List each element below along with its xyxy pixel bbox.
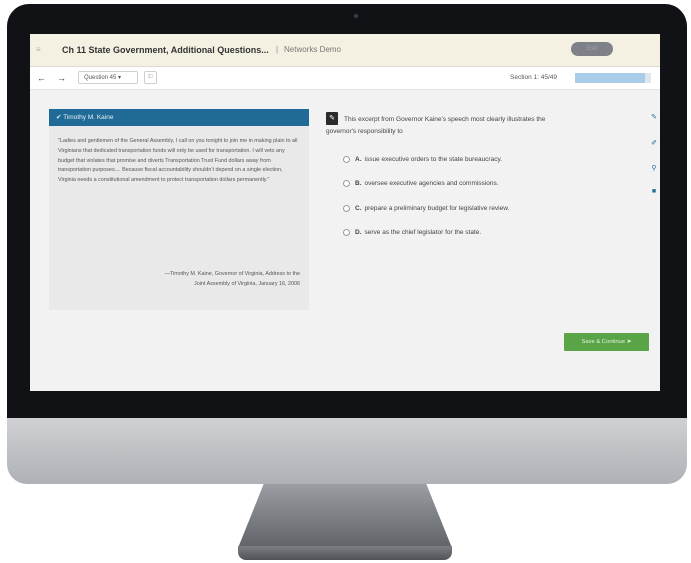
menu-icon[interactable]: ≡ [36, 45, 41, 54]
assignment-title: Ch 11 State Government, Additional Quest… [62, 45, 269, 55]
bookmark-flag-button[interactable]: ⚐ [144, 71, 157, 84]
choice-text: prepare a preliminary budget for legisla… [364, 205, 510, 212]
question-stem: This excerpt from Governor Kaine's speec… [326, 116, 546, 135]
pencil-tool-icon[interactable]: ✎ [648, 111, 660, 125]
screen: ≡ Ch 11 State Government, Additional Que… [30, 34, 660, 391]
passage-citation: —Timothy M. Kaine, Governor of Virginia,… [80, 270, 300, 289]
previous-question-button[interactable]: ← [37, 72, 46, 84]
title-separator: | [276, 45, 279, 54]
passage-author-tab[interactable]: ✔ Timothy M. Kaine [49, 109, 309, 126]
magnifier-tool-icon[interactable]: ⚲ [648, 162, 660, 176]
answer-choice-b[interactable]: B. oversee executive agencies and commiss… [343, 178, 499, 190]
question-select-dropdown[interactable]: Question 45 ▾ [78, 71, 138, 84]
choice-text: issue executive orders to the state bure… [364, 156, 503, 163]
choice-text: oversee executive agencies and commissio… [364, 180, 499, 187]
course-name: Networks Demo [284, 45, 341, 54]
radio-button[interactable] [343, 155, 350, 163]
monitor-chin [7, 418, 687, 484]
notes-tool-icon[interactable]: ■ [648, 185, 660, 199]
monitor-stand [238, 484, 452, 548]
radio-button[interactable] [343, 228, 350, 236]
choice-letter: D. [355, 229, 362, 236]
radio-button[interactable] [343, 204, 350, 212]
radio-button[interactable] [343, 179, 350, 187]
answer-choice-c[interactable]: C. prepare a preliminary budget for legis… [343, 203, 509, 215]
answer-choice-a[interactable]: A. issue executive orders to the state bu… [343, 154, 502, 166]
save-and-continue-button[interactable]: Save & Continue ➤ [564, 333, 649, 351]
camera-dot [354, 14, 358, 18]
section-progress-fill [575, 73, 645, 83]
section-label: Section 1: 45/49 [510, 74, 557, 81]
next-question-button[interactable]: → [57, 72, 66, 84]
highlighter-tool-icon[interactable]: ✐ [648, 137, 660, 151]
choice-letter: C. [355, 205, 362, 212]
exit-button[interactable]: Exit [571, 42, 613, 56]
choice-letter: B. [355, 180, 362, 187]
app-header: ≡ Ch 11 State Government, Additional Que… [30, 34, 660, 67]
citation-line: Joint Assembly of Virginia, January 16, … [194, 280, 300, 287]
choice-letter: A. [355, 156, 362, 163]
passage-panel: ✔ Timothy M. Kaine "Ladies and gentlemen… [49, 109, 309, 310]
choice-text: serve as the chief legislator for the st… [364, 229, 482, 236]
question-toolbar: ← → Question 45 ▾ ⚐ Section 1: 45/49 [30, 67, 660, 90]
monitor-stand-base [238, 546, 452, 560]
citation-line: —Timothy M. Kaine, Governor of Virginia,… [164, 271, 300, 277]
passage-text: "Ladies and gentlemen of the General Ass… [58, 138, 298, 184]
section-progress-bar [575, 73, 651, 83]
answer-choice-d[interactable]: D. serve as the chief legislator for the … [343, 227, 481, 239]
question-tool-icon[interactable]: ✎ [326, 112, 338, 125]
